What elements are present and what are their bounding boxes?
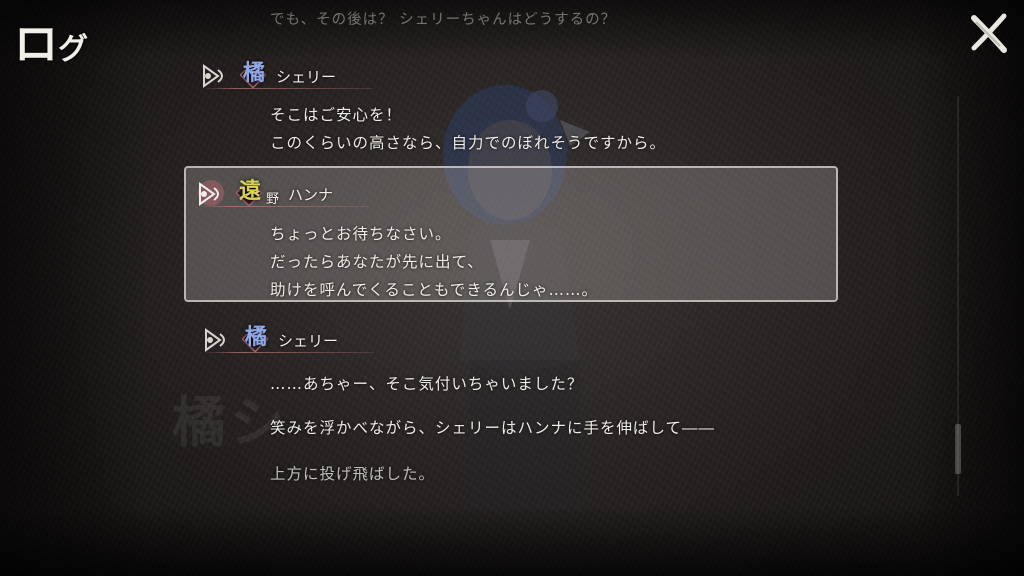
close-x-icon[interactable]: [966, 10, 1012, 56]
dialogue-line: このくらいの高さなら、自力でのぼれそうですから。: [270, 134, 667, 152]
dialogue-line: ……あちゃー、そこ気付いちゃいました？: [270, 375, 584, 393]
voice-replay-icon[interactable]: [194, 178, 228, 208]
speaker-name-kanji: 橘: [245, 324, 268, 350]
log-title-main: ロ: [14, 19, 58, 70]
narration-line: 笑みを浮かべながら、シェリーはハンナに手を伸ばして――: [270, 419, 716, 437]
dialogue-line: そこはご安心を！: [270, 106, 403, 124]
name-underline: [202, 88, 372, 89]
voice-replay-icon[interactable]: [200, 324, 234, 354]
previous-log-line: でも、その後は？ シェリーちゃんはどうするの？: [270, 12, 617, 28]
vignette-bottom: [0, 506, 1024, 576]
log-title: ログ: [14, 8, 88, 72]
speaker-row-sherry-2: 橘 シェリー: [200, 322, 400, 356]
speaker-name: ハンナ: [288, 186, 334, 204]
narration-line: 上方に投げ飛ばした。: [270, 465, 436, 483]
voice-replay-icon[interactable]: [198, 60, 232, 90]
speaker-name: シェリー: [276, 68, 337, 86]
dialogue-line: だったらあなたが先に出て、: [270, 253, 484, 271]
speaker-row-sherry-1: 橘 シェリー: [198, 58, 398, 92]
log-title-small: グ: [58, 32, 88, 67]
speaker-row-hanna: 遠 野 ハンナ: [194, 176, 394, 210]
dialogue-line: 助けを呼んでくることもできるんじゃ……。: [270, 281, 598, 299]
speaker-name-kanji: 橘: [243, 60, 266, 86]
vignette-right: [914, 0, 1024, 576]
speaker-name-kanji: 遠: [239, 178, 262, 204]
speaker-name: シェリー: [278, 332, 339, 350]
name-underline: [204, 352, 374, 353]
dialogue-line: ちょっとお待ちなさい。: [270, 225, 452, 243]
scrollbar-thumb[interactable]: [955, 424, 961, 474]
name-underline: [198, 206, 368, 207]
vignette-left: [0, 0, 150, 576]
speaker-name-kanji-2: 野: [266, 192, 280, 207]
